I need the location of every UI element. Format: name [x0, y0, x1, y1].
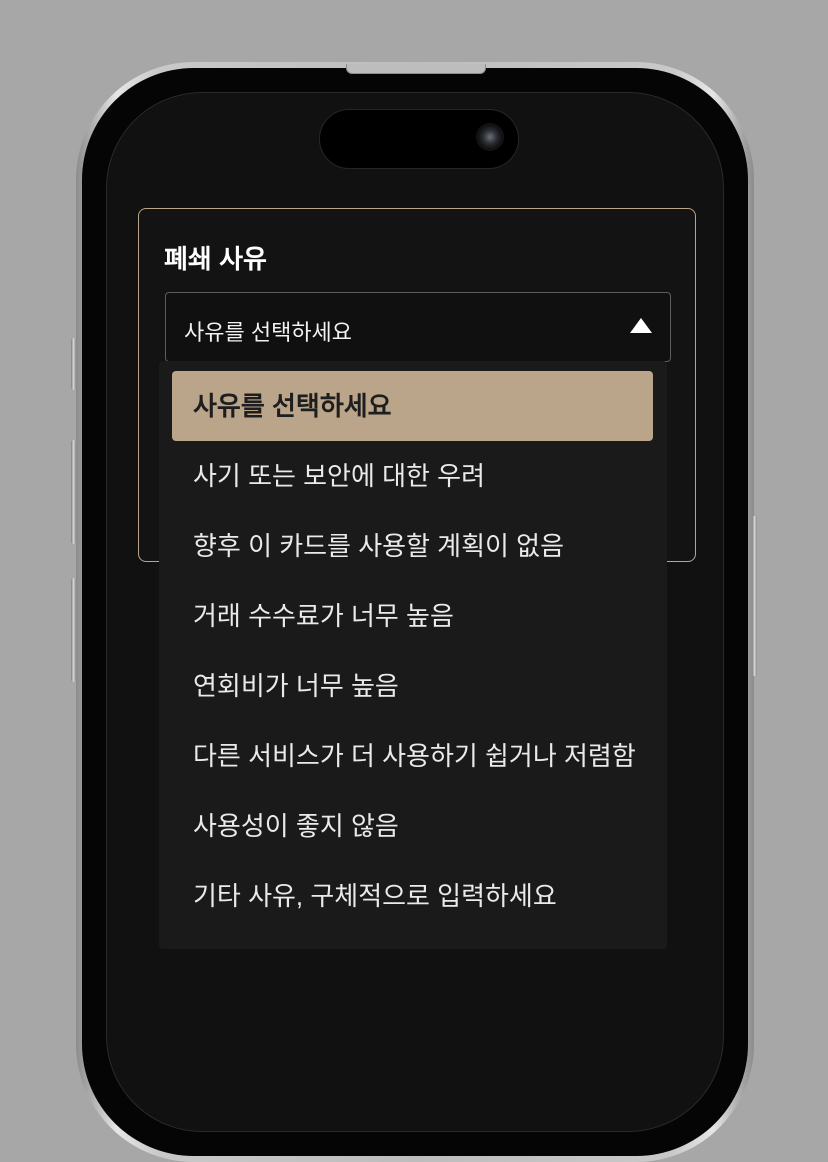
reason-option-fraud-security[interactable]: 사기 또는 보안에 대한 우려: [172, 441, 653, 511]
reason-option-placeholder[interactable]: 사유를 선택하세요: [172, 371, 653, 441]
reason-option-high-annual-fee[interactable]: 연회비가 너무 높음: [172, 651, 653, 721]
reason-select-value: 사유를 선택하세요: [184, 320, 353, 345]
power-button: [752, 516, 757, 676]
reason-option-poor-usability[interactable]: 사용성이 좋지 않음: [172, 791, 653, 861]
reason-dropdown-list: 사유를 선택하세요 사기 또는 보안에 대한 우려 향후 이 카드를 사용할 계…: [159, 361, 667, 949]
action-button: [71, 338, 76, 390]
volume-down-button: [71, 578, 76, 682]
reason-option-no-future-use[interactable]: 향후 이 카드를 사용할 계획이 없음: [172, 511, 653, 581]
top-speaker: [346, 64, 486, 74]
dynamic-island: [319, 109, 519, 169]
camera-icon: [476, 123, 504, 151]
reason-option-other-service[interactable]: 다른 서비스가 더 사용하기 쉽거나 저렴함: [172, 721, 653, 791]
reason-option-high-transaction-fees[interactable]: 거래 수수료가 너무 높음: [172, 581, 653, 651]
volume-up-button: [71, 440, 76, 544]
reason-option-other[interactable]: 기타 사유, 구체적으로 입력하세요: [172, 861, 653, 931]
reason-select[interactable]: 사유를 선택하세요: [165, 292, 671, 362]
triangle-up-icon: [630, 318, 652, 333]
closure-reason-title: 폐쇄 사유: [164, 244, 267, 274]
